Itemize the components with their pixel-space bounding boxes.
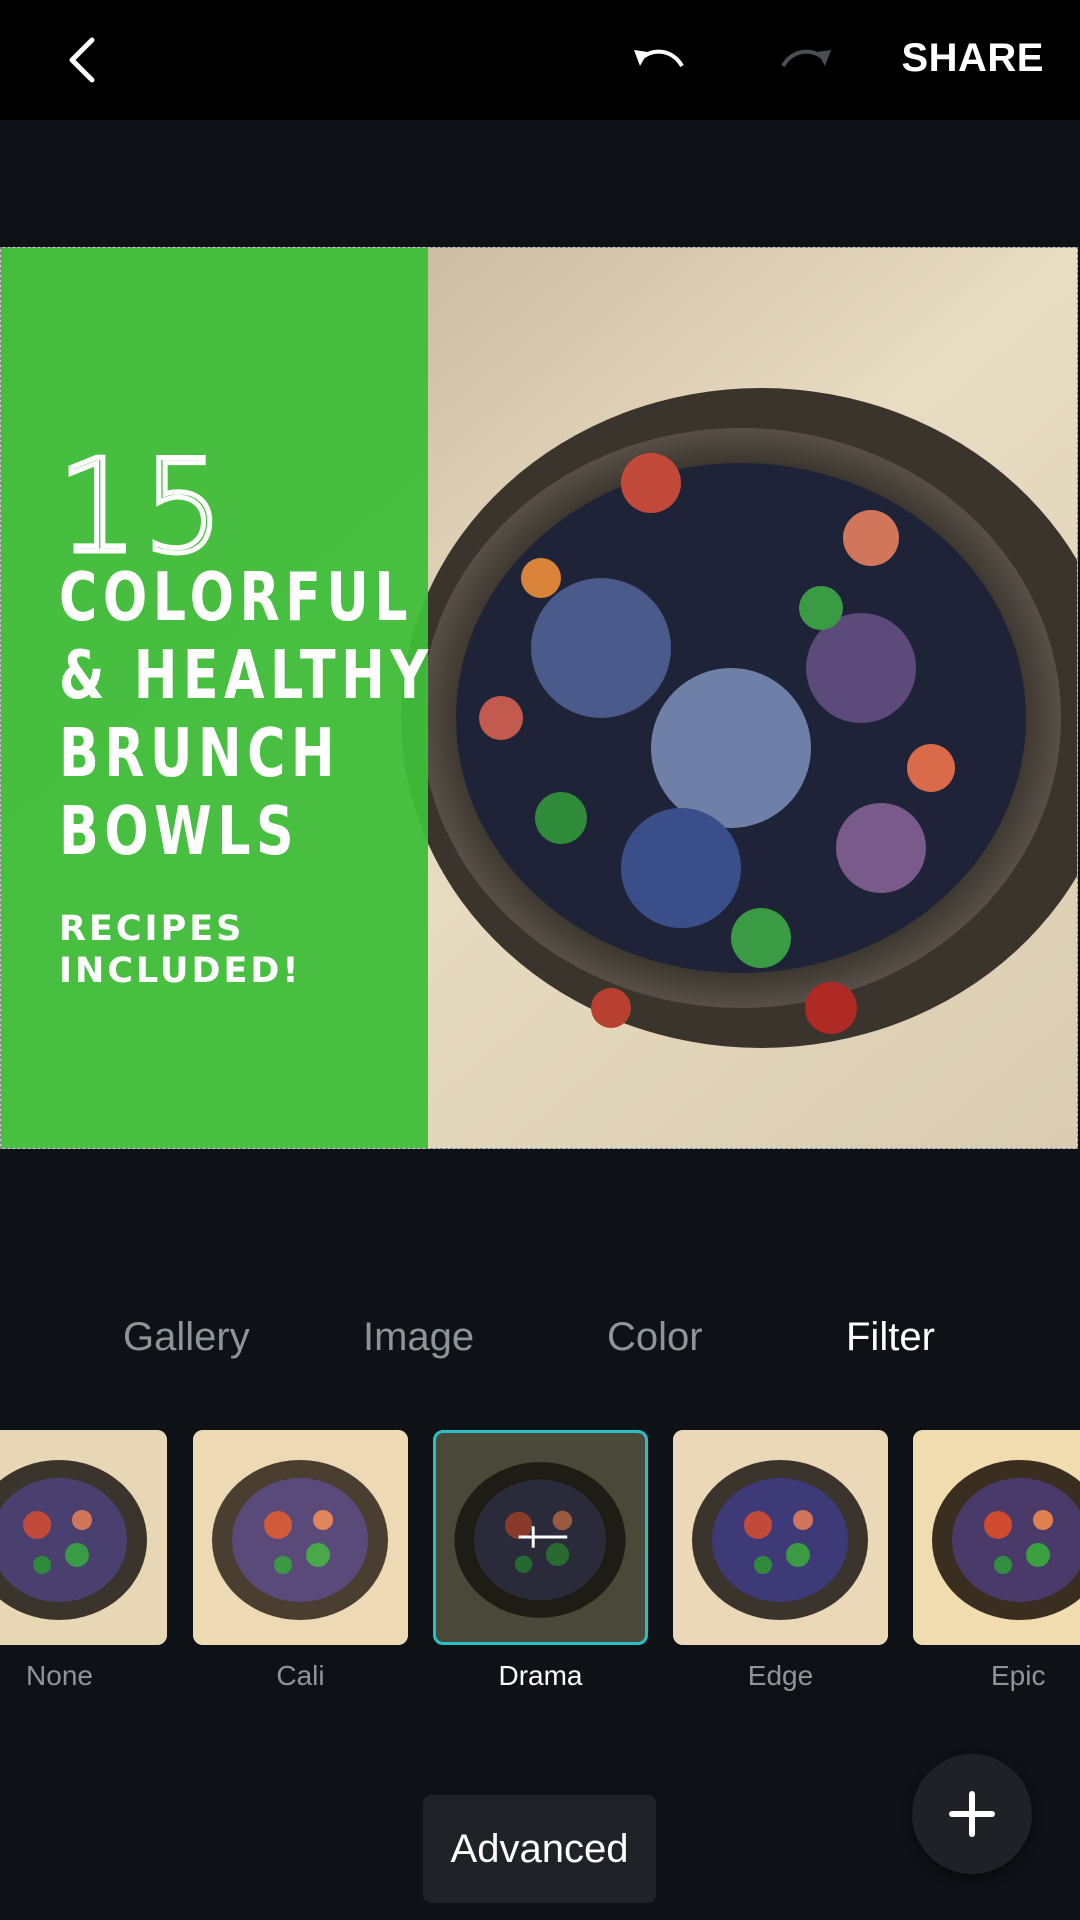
bowl-thumbnail-image [673,1430,888,1645]
subtitle-line: RECIPES [59,909,245,949]
tab-filter[interactable]: Filter [846,1315,935,1360]
bowl-thumbnail-image [913,1430,1080,1645]
add-button[interactable] [912,1754,1032,1874]
filter-thumbnail-edge[interactable] [673,1430,888,1645]
share-button[interactable]: SHARE [901,36,1044,81]
design-canvas[interactable]: 15 COLORFUL & HEALTHY BRUNCH BOWLS RECIP… [0,247,1078,1149]
filter-label-drama: Drama [498,1660,583,1691]
bowl-thumbnail-image [193,1430,408,1645]
tab-image[interactable]: Image [363,1315,474,1360]
subtitle-text[interactable]: RECIPES INCLUDED! [59,908,301,992]
plus-icon [949,1791,995,1837]
tab-color[interactable]: Color [607,1315,703,1360]
filter-label-cali: Cali [276,1660,325,1691]
title-text[interactable]: COLORFUL & HEALTHY BRUNCH BOWLS [59,558,434,870]
subtitle-line: INCLUDED! [59,951,302,991]
filter-label-none: None [26,1660,93,1691]
back-button[interactable] [50,28,114,92]
bowl-thumbnail-image [0,1430,167,1645]
filter-thumbnail-epic[interactable] [913,1430,1080,1645]
title-line: & HEALTHY [59,636,434,714]
bowl-thumbnail-image [436,1433,645,1642]
chevron-left-icon [69,37,95,83]
filter-thumbnail-cali[interactable] [193,1430,408,1645]
undo-button[interactable] [625,35,695,85]
filter-thumbnail-none[interactable] [0,1430,167,1645]
redo-button[interactable] [770,35,840,85]
filter-thumbnail-drama[interactable] [433,1430,648,1645]
redo-icon [781,49,831,68]
editor-tabs: Gallery Image Color Filter [0,1315,1080,1365]
filter-label-edge: Edge [747,1660,814,1691]
undo-icon [634,49,684,68]
tab-gallery[interactable]: Gallery [123,1315,250,1360]
advanced-button[interactable]: Advanced [423,1795,656,1903]
top-bar: SHARE [0,0,1080,120]
title-line: BOWLS [59,792,300,870]
title-line: COLORFUL [59,558,414,636]
filter-label-epic: Epic [991,1660,1046,1691]
title-line: BRUNCH [59,714,341,792]
